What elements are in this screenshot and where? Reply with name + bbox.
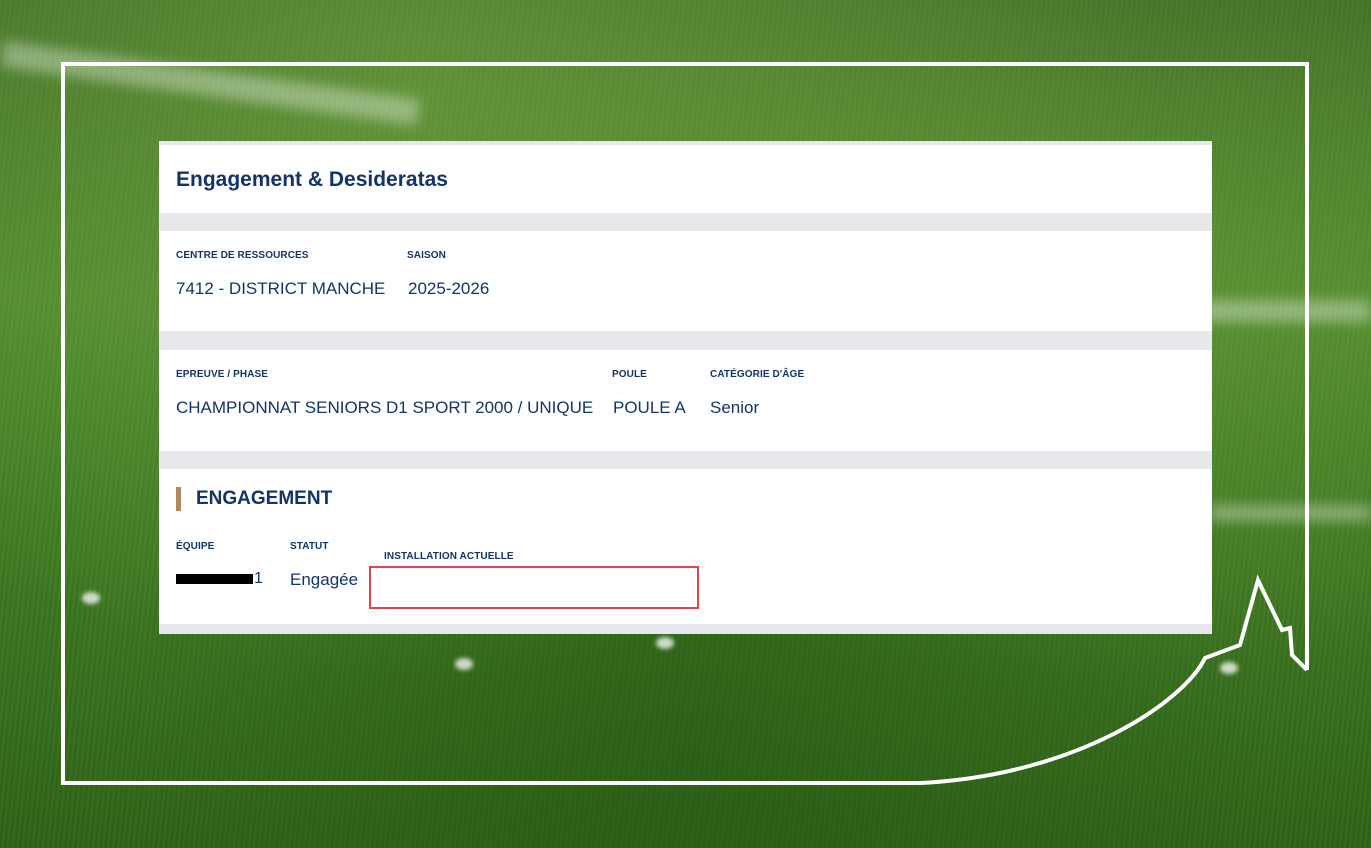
categorie-label: CATÉGORIE D'ÂGE bbox=[710, 369, 805, 380]
installation-label: INSTALLATION ACTUELLE bbox=[384, 551, 514, 562]
saison-value: 2025-2026 bbox=[408, 279, 490, 298]
equipe-label: ÉQUIPE bbox=[176, 541, 215, 552]
saison-label: SAISON bbox=[407, 250, 446, 261]
epreuve-value: CHAMPIONNAT SENIORS D1 SPORT 2000 / UNIQ… bbox=[176, 398, 594, 417]
engagement-panel: Engagement & Desideratas CENTRE DE RESSO… bbox=[159, 141, 1212, 634]
title-section: Engagement & Desideratas bbox=[159, 145, 1212, 213]
statut-value: Engagée bbox=[290, 570, 359, 589]
centre-value: 7412 - DISTRICT MANCHE bbox=[176, 279, 386, 298]
statut-label: STATUT bbox=[290, 541, 329, 552]
categorie-value: Senior bbox=[710, 398, 760, 417]
engagement-heading: ENGAGEMENT bbox=[176, 487, 332, 511]
installation-highlight-box[interactable] bbox=[369, 566, 699, 609]
poule-value: POULE A bbox=[613, 398, 686, 417]
accent-bar bbox=[176, 487, 181, 511]
equipe-suffix: 1 bbox=[254, 570, 263, 587]
epreuve-label: EPREUVE / PHASE bbox=[176, 369, 269, 380]
centre-section: CENTRE DE RESSOURCES 7412 - DISTRICT MAN… bbox=[159, 231, 1212, 331]
page-title: Engagement & Desideratas bbox=[176, 168, 448, 191]
engagement-section: ENGAGEMENT ÉQUIPE 1 STATUT Engagée INSTA… bbox=[159, 469, 1212, 624]
epreuve-section: EPREUVE / PHASE CHAMPIONNAT SENIORS D1 S… bbox=[159, 350, 1212, 451]
centre-label: CENTRE DE RESSOURCES bbox=[176, 250, 309, 261]
redacted-team-name bbox=[176, 574, 253, 584]
poule-label: POULE bbox=[612, 369, 647, 380]
engagement-heading-text: ENGAGEMENT bbox=[196, 488, 333, 509]
